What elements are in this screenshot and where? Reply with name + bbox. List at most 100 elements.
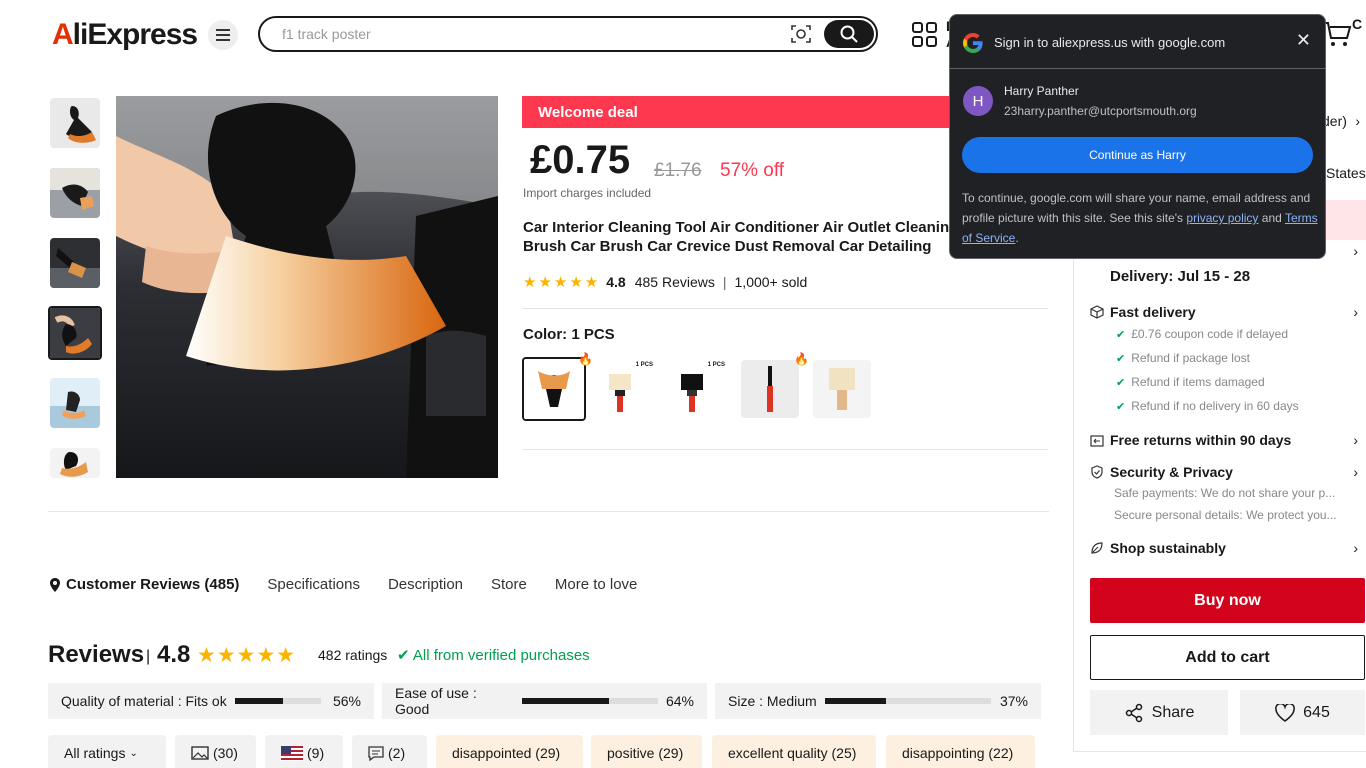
account-name: Harry Panther bbox=[1004, 84, 1079, 98]
star-rating-icon: ★★★★★ bbox=[523, 274, 601, 291]
hot-icon: 🔥 bbox=[794, 352, 809, 366]
color-swatch[interactable]: 1 PCS bbox=[669, 360, 727, 418]
tab-customer-reviews[interactable]: Customer Reviews (485) bbox=[50, 576, 239, 593]
reviews-heading: Reviews bbox=[48, 641, 145, 668]
product-thumbnail[interactable] bbox=[50, 448, 100, 478]
ratings-count: 482 ratings bbox=[318, 647, 388, 663]
product-thumbnail[interactable] bbox=[50, 238, 100, 288]
chevron-right-icon: › bbox=[1353, 304, 1358, 320]
account-email: 23harry.panther@utcportsmouth.org bbox=[1004, 104, 1197, 118]
consent-text: To continue, google.com will share your … bbox=[962, 191, 1318, 245]
share-icon bbox=[1125, 703, 1142, 722]
hamburger-icon bbox=[216, 29, 230, 41]
wishlist-button[interactable]: 645 bbox=[1240, 690, 1365, 735]
search-button[interactable] bbox=[824, 20, 874, 48]
all-ratings-dropdown[interactable]: All ratings ⌄ bbox=[48, 735, 166, 768]
chevron-right-icon: › bbox=[1355, 113, 1360, 129]
check-icon: ✔ bbox=[1116, 401, 1126, 413]
import-charges-note: Import charges included bbox=[523, 186, 652, 200]
product-thumbnail-selected[interactable] bbox=[48, 306, 102, 360]
fast-delivery-row[interactable]: Fast delivery bbox=[1090, 304, 1196, 320]
menu-button[interactable] bbox=[208, 20, 238, 50]
hot-icon: 🔥 bbox=[578, 352, 593, 366]
search-icon bbox=[840, 25, 858, 43]
review-count[interactable]: 485 Reviews bbox=[635, 274, 715, 290]
product-thumbnail[interactable] bbox=[50, 378, 100, 428]
chevron-right-icon: › bbox=[1353, 243, 1358, 259]
color-swatch-selected[interactable] bbox=[522, 357, 586, 421]
security-item: Safe payments: We do not share your p... bbox=[1114, 486, 1336, 500]
color-swatch[interactable] bbox=[813, 360, 871, 418]
leaf-icon bbox=[1091, 542, 1103, 554]
reviews-score: 4.8 bbox=[157, 641, 191, 668]
image-search-icon[interactable] bbox=[790, 24, 812, 44]
review-metric-quality: Quality of material : Fits ok 56% bbox=[48, 683, 374, 719]
tab-more-to-love[interactable]: More to love bbox=[555, 576, 638, 593]
tag-disappointing[interactable]: disappointing (22) bbox=[886, 735, 1035, 768]
filter-country[interactable]: (9) bbox=[265, 735, 343, 768]
filter-with-photos[interactable]: (30) bbox=[175, 735, 256, 768]
us-flag-icon bbox=[281, 745, 303, 761]
discount-label: 57% off bbox=[720, 160, 785, 181]
sold-count: 1,000+ sold bbox=[734, 274, 808, 290]
search-bar bbox=[258, 16, 878, 52]
original-price: £1.76 bbox=[654, 160, 702, 181]
continue-as-button[interactable]: Continue as Harry bbox=[962, 137, 1313, 173]
google-logo-icon bbox=[963, 33, 983, 53]
security-item: Secure personal details: We protect you.… bbox=[1114, 508, 1337, 522]
check-icon: ✔ bbox=[1116, 377, 1126, 389]
review-metric-ease: Ease of use : Good 64% bbox=[382, 683, 707, 719]
return-icon bbox=[1090, 435, 1104, 447]
rating-value: 4.8 bbox=[606, 274, 626, 290]
comment-icon bbox=[368, 745, 384, 761]
shop-sustainably-row[interactable]: Shop sustainably bbox=[1090, 540, 1226, 556]
free-returns-row[interactable]: Free returns within 90 days bbox=[1090, 432, 1291, 448]
divider bbox=[522, 308, 1048, 309]
heart-icon bbox=[1275, 703, 1296, 722]
filter-comments[interactable]: (2) bbox=[352, 735, 427, 768]
product-main-image[interactable] bbox=[116, 96, 498, 478]
image-icon bbox=[191, 746, 209, 760]
cart-icon[interactable] bbox=[1322, 20, 1352, 48]
reviews-separator: | bbox=[146, 648, 151, 665]
metric-bar bbox=[824, 698, 991, 704]
tab-store[interactable]: Store bbox=[491, 576, 527, 593]
close-icon[interactable]: ✕ bbox=[1296, 30, 1311, 51]
rating-summary[interactable]: ★★★★★ 4.8 485 Reviews | 1,000+ sold bbox=[523, 273, 807, 291]
cart-label[interactable]: C bbox=[1352, 16, 1362, 32]
color-swatch[interactable] bbox=[741, 360, 799, 418]
avatar: H bbox=[963, 86, 993, 116]
app-download-icon[interactable] bbox=[912, 22, 938, 48]
welcome-deal-banner: Welcome deal bbox=[522, 96, 952, 128]
divider bbox=[48, 511, 1049, 512]
tag-excellent-quality[interactable]: excellent quality (25) bbox=[712, 735, 876, 768]
security-privacy-row[interactable]: Security & Privacy bbox=[1090, 464, 1233, 480]
star-rating-icon: ★★★★★ bbox=[197, 644, 297, 667]
chevron-right-icon: › bbox=[1353, 540, 1358, 556]
search-input[interactable] bbox=[282, 24, 762, 44]
buy-now-button[interactable]: Buy now bbox=[1090, 578, 1365, 623]
product-thumbnail[interactable] bbox=[50, 168, 100, 218]
swatch-label: 1 PCS bbox=[707, 362, 725, 368]
color-swatch[interactable]: 1 PCS bbox=[597, 360, 655, 418]
tab-specifications[interactable]: Specifications bbox=[267, 576, 360, 593]
tab-description[interactable]: Description bbox=[388, 576, 463, 593]
tag-disappointed[interactable]: disappointed (29) bbox=[436, 735, 583, 768]
chevron-down-icon: ⌄ bbox=[129, 747, 138, 759]
add-to-cart-button[interactable]: Add to cart bbox=[1090, 635, 1365, 680]
review-metric-size: Size : Medium 37% bbox=[715, 683, 1041, 719]
aliexpress-logo[interactable]: AliExpress bbox=[52, 18, 198, 52]
metric-bar bbox=[234, 698, 321, 704]
color-label: Color: 1 PCS bbox=[523, 326, 615, 343]
product-thumbnail[interactable] bbox=[50, 98, 100, 148]
privacy-policy-link[interactable]: privacy policy bbox=[1186, 211, 1258, 225]
ship-from-partial[interactable]: States bbox=[1326, 165, 1366, 181]
share-button[interactable]: Share bbox=[1090, 690, 1228, 735]
check-icon: ✔ bbox=[1116, 353, 1126, 365]
tag-positive[interactable]: positive (29) bbox=[591, 735, 702, 768]
swatch-label: 1 PCS bbox=[635, 362, 653, 368]
current-price: £0.75 bbox=[530, 138, 631, 182]
product-title: Car Interior Cleaning Tool Air Condition… bbox=[523, 219, 959, 255]
guarantee-item: ✔ £0.76 coupon code if delayed bbox=[1116, 327, 1289, 341]
shield-icon bbox=[1091, 465, 1103, 479]
